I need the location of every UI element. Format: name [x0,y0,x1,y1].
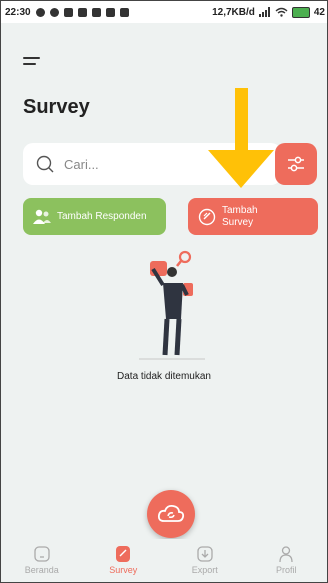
empty-state-illustration [139,250,205,360]
status-bar: 22:30 12,7KB/d 42 [1,1,327,23]
cloud-sync-icon [157,504,185,522]
add-respondent-button[interactable]: Tambah Responden [23,198,166,235]
nav-label-export: Export [191,565,218,575]
wifi-icon [275,7,288,17]
netflix-icon [77,7,87,17]
page-title: Survey [23,96,90,118]
battery-level: 42 [313,6,325,18]
nav-item-profil[interactable]: Profil [246,539,328,582]
survey-add-icon [198,208,216,226]
filter-icon [288,156,304,172]
search-icon [36,155,54,173]
empty-state-message: Data tidak ditemukan [117,371,211,382]
nav-item-beranda[interactable]: Beranda [1,539,83,582]
network-speed: 12,7KB/d [212,6,255,18]
add-respondent-label: Tambah Responden [57,211,147,222]
whatsapp-icon [49,7,59,17]
survey-icon [116,546,131,562]
add-survey-button[interactable]: Tambah Survey [188,198,318,235]
search-placeholder: Cari... [64,156,99,172]
cloud-icon [105,7,115,17]
battery-icon [291,6,310,18]
nav-item-survey[interactable]: Survey [83,539,165,582]
notification-icon [35,7,45,17]
nav-label-survey: Survey [109,565,138,575]
home-icon [34,546,50,562]
add-survey-label: Tambah Survey [222,204,258,228]
download-icon [119,7,129,17]
sync-button[interactable] [147,490,195,538]
bottom-nav: Beranda Survey Export Profil [1,539,327,582]
nav-item-export[interactable]: Export [164,539,246,582]
status-time: 22:30 [5,6,31,18]
message-icon [63,7,73,17]
down-arrow-icon [208,88,274,188]
filter-button[interactable] [275,143,317,185]
app-frame: 22:30 12,7KB/d 42 Survey Cari... Tambah … [0,0,328,583]
signal-icon [258,7,270,17]
mail-icon [91,7,101,17]
profile-icon [279,546,293,563]
users-icon [33,209,51,225]
nav-label-profil: Profil [275,565,297,575]
menu-icon[interactable] [23,57,40,69]
nav-label-beranda: Beranda [24,565,59,575]
export-icon [197,546,213,562]
